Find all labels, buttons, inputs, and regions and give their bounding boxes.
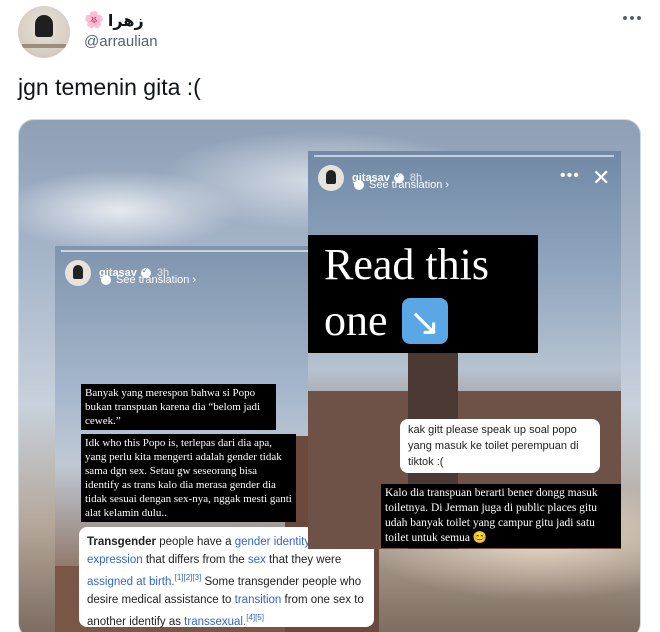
wiki-text: people have a (156, 536, 235, 548)
wiki-text: that differs from the (142, 554, 248, 566)
author-avatar[interactable] (18, 6, 70, 58)
flower-emoji-icon: 🌸 (84, 12, 104, 29)
tweet-media-image[interactable]: gitasav 3h See translation › Banyak yang… (18, 119, 641, 632)
close-icon: ✕ (592, 165, 611, 190)
story-avatar (65, 260, 91, 286)
see-translation-label: See translation › (369, 179, 450, 191)
wiki-citation: [1][2][3] (174, 573, 202, 582)
translate-icon (101, 275, 111, 285)
wiki-text: that they were (265, 554, 342, 566)
wiki-link: assigned at birth. (87, 575, 175, 588)
story-text-box-1: Banyak yang merespon bahwa si Popo bukan… (81, 384, 276, 430)
headline-line-1: Read this (324, 240, 489, 289)
story-avatar (318, 165, 344, 191)
wiki-link: sex (247, 554, 266, 566)
more-options-icon[interactable] (620, 8, 644, 28)
tweet: 🌸 زهرا @arraulian jgn temenin gita :( gi… (0, 0, 660, 632)
author-handle[interactable]: @arraulian (84, 33, 158, 50)
wiki-citation: [4][5] (246, 612, 264, 622)
see-translation-right: See translation › (354, 179, 449, 191)
wiki-link: transsexual. (184, 615, 247, 628)
arrow-down-right-icon (401, 294, 448, 350)
tweet-text: jgn temenin gita :( (18, 74, 201, 100)
read-this-one-headline: Read this one (308, 235, 538, 353)
story-text-box-2: Idk who this Popo is, terlepas dari dia … (81, 434, 296, 522)
wiki-link: transition (234, 593, 282, 606)
story-reply-text: Kalo dia transpuan berarti bener dongg m… (381, 484, 621, 548)
story-progress-bar (314, 155, 614, 157)
author-display-name[interactable]: زهرا (108, 11, 144, 30)
translate-icon (354, 180, 364, 190)
see-translation-label: See translation › (116, 274, 197, 286)
wiki-term: Transgender (87, 536, 157, 548)
question-message-bubble: kak gitt please speak up soal popo yang … (400, 419, 600, 473)
author-name-row[interactable]: 🌸 زهرا (84, 10, 144, 30)
story-more-icon: ••• (560, 167, 580, 184)
wiki-link: gender identity (234, 536, 311, 548)
headline-line-2: one (324, 296, 388, 345)
see-translation-left: See translation › (101, 274, 196, 286)
